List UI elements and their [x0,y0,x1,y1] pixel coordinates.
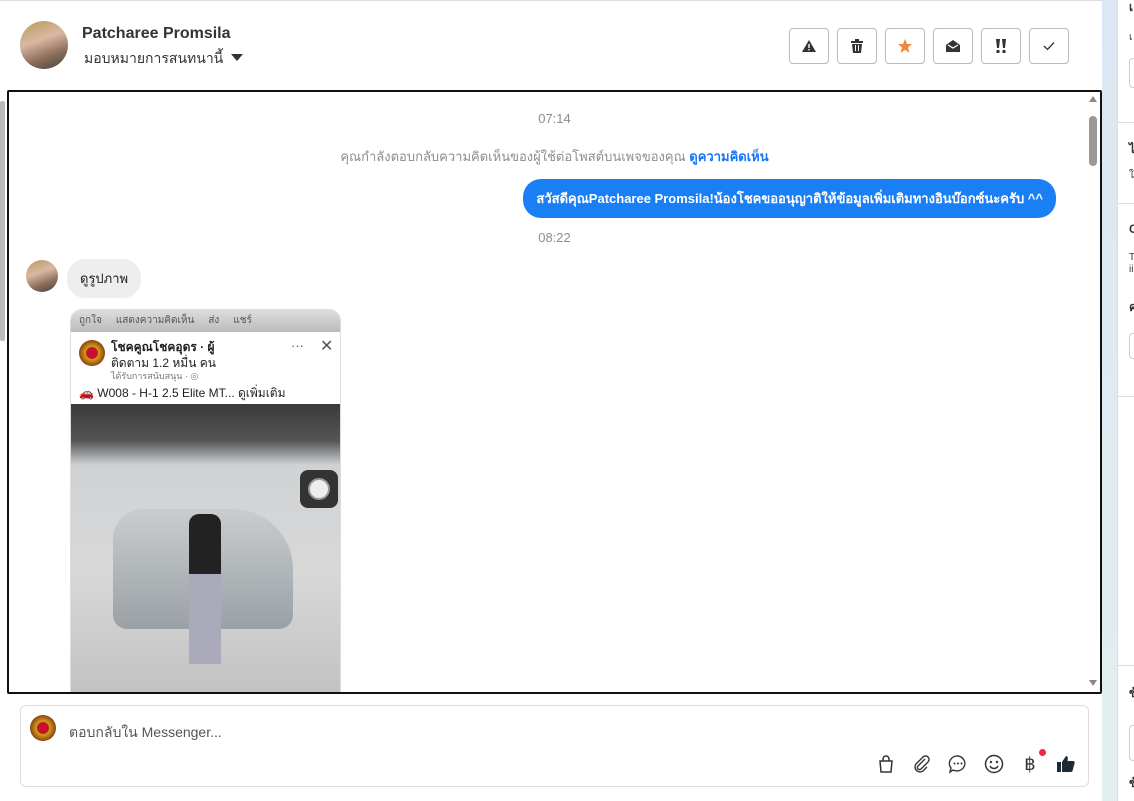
more-icon: ··· [291,338,304,353]
scroll-up-icon[interactable] [1089,96,1097,102]
conversation-header: Patcharee Promsila มอบหมายการสนทนานี้ [8,1,1102,90]
panel-heading: C [1129,222,1134,236]
image-attachment[interactable]: ถูกใจ แสดงความคิดเห็น ส่ง แชร์ โชคคูณโชค… [70,309,341,692]
notification-dot [1039,749,1046,756]
page-avatar [30,715,56,741]
share-label: แชร์ [233,315,252,326]
bag-icon[interactable] [876,753,896,775]
panel-label: ค [1129,298,1134,317]
star-icon [898,39,912,53]
assign-conversation-dropdown[interactable]: มอบหมายการสนทนานี้ [84,48,244,70]
view-comment-link[interactable]: ดูความคิดเห็น [689,149,768,164]
envelope-open-icon [946,40,960,52]
conversation-pane: Patcharee Promsila มอบหมายการสนทนานี้ 07… [0,0,1102,801]
emoji-icon[interactable] [984,753,1004,775]
left-scrollbar[interactable] [0,101,5,341]
warning-icon [802,40,816,52]
car-photo [71,404,340,692]
contact-avatar[interactable] [20,21,68,69]
trash-icon [851,39,863,53]
sender-avatar [26,260,58,292]
page-logo [79,340,105,366]
details-panel: เ เ ไ ใ C T ii ค ข้ ข้ [1117,0,1134,801]
close-icon: ✕ [320,338,334,355]
panel-input[interactable] [1129,725,1134,761]
thumbs-up-icon[interactable] [1056,753,1076,775]
panel-text: เ [1129,32,1133,43]
sponsored-label: ได้รับการสนับสนุน · ◎ [111,371,199,381]
assign-label: มอบหมายการสนทนานี้ [84,50,224,66]
contact-name: Patcharee Promsila [82,25,231,42]
panel-heading: เ [1129,0,1134,14]
scroll-thumb[interactable] [1089,116,1097,166]
panel-text: ใ [1129,170,1134,181]
chat-bubble-icon[interactable] [948,753,968,775]
scroll-down-icon[interactable] [1089,680,1097,686]
baht-icon[interactable]: ฿ [1020,749,1046,775]
panel-text: ii [1129,264,1134,275]
paperclip-icon[interactable] [912,753,932,775]
follow-up-button[interactable] [981,28,1021,64]
send-label: ส่ง [208,315,220,326]
incoming-message: ดูรูปภาพ [67,259,142,298]
caret-down-icon [231,54,244,61]
thread-scrollbar[interactable] [1088,96,1098,686]
report-spam-button[interactable] [789,28,829,64]
panel-heading: ข้ [1129,774,1134,793]
panel-heading: ไ [1129,140,1134,159]
panel-input[interactable] [1129,58,1134,88]
composer-tools: ฿ [876,749,1076,775]
divider [1118,396,1134,397]
reply-composer[interactable]: ตอบกลับใน Messenger... ฿ [20,705,1089,787]
outgoing-message: สวัสดีคุณPatcharee Promsila!น้องโชคขออนุ… [523,179,1056,218]
action-toolbar [789,28,1069,64]
panel-heading: ข้ [1129,684,1134,703]
panel-text: T [1129,252,1134,263]
notice-text: คุณกำลังตอบกลับความคิดเห็นของผู้ใช้ต่อโพ… [340,149,686,164]
like-label: ถูกใจ [79,315,102,326]
delete-button[interactable] [837,28,877,64]
mark-unread-button[interactable] [933,28,973,64]
person [189,514,221,664]
timestamp: 08:22 [538,230,571,245]
panel-input[interactable] [1129,333,1134,359]
message-thread[interactable]: 07:14 คุณกำลังตอบกลับความคิดเห็นของผู้ใช… [7,90,1102,694]
fb-action-bar: ถูกใจ แสดงความคิดเห็น ส่ง แชร์ [71,310,340,332]
timestamp: 07:14 [538,111,571,126]
post-text: 🚗 W008 - H-1 2.5 Elite MT... ดูเพิ่มเติม [79,386,286,400]
fb-post-header: โชคคูณโชคอุดร · ผู้ ติดตาม 1.2 หมื่น คน … [71,332,340,404]
check-icon [1043,42,1055,51]
reply-input[interactable]: ตอบกลับใน Messenger... [69,722,222,744]
star-button[interactable] [885,28,925,64]
divider [1118,122,1134,123]
comment-reply-notice: คุณกำลังตอบกลับความคิดเห็นของผู้ใช้ต่อโพ… [9,146,1100,167]
divider [1118,203,1134,204]
record-button-icon [300,470,338,508]
divider [1118,665,1134,666]
comment-label: แสดงความคิดเห็น [115,315,195,326]
exclamation-icon [996,39,1006,53]
done-button[interactable] [1029,28,1069,64]
